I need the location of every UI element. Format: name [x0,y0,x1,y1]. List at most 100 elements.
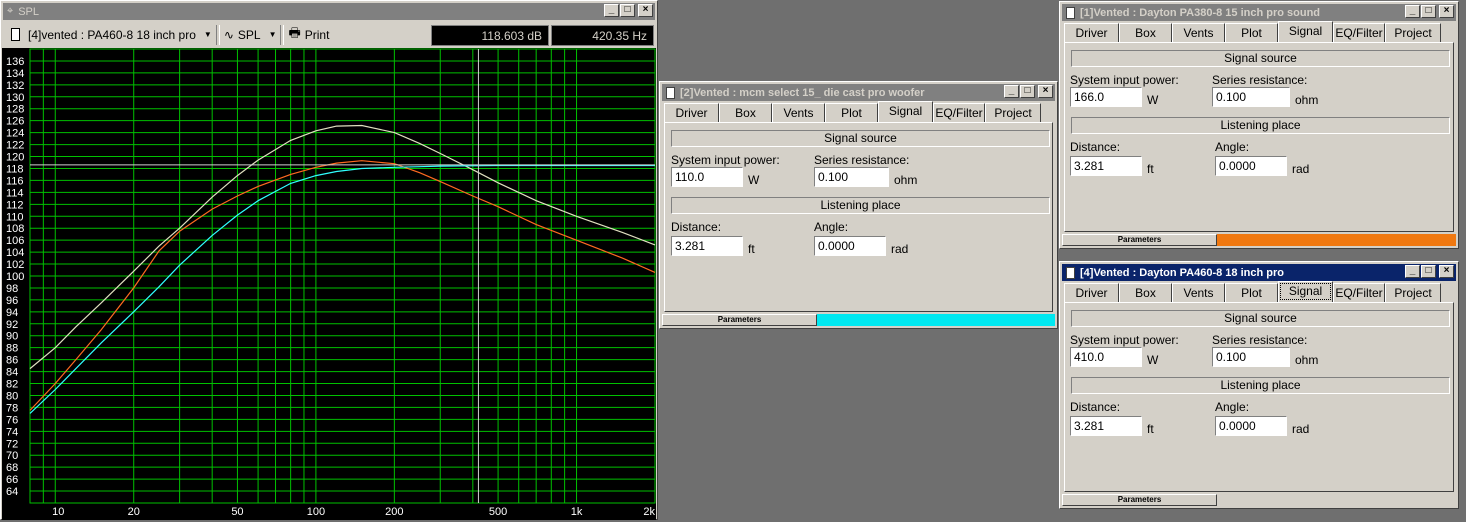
tab-vents[interactable]: Vents [772,103,825,122]
y-tick-label: 94 [6,307,18,319]
tab-plot[interactable]: Plot [825,103,878,122]
x-tick-label: 500 [489,506,507,518]
y-tick-label: 88 [6,343,18,355]
distance-input[interactable]: 3.281 [1070,156,1142,176]
y-tick-label: 128 [6,104,24,116]
document-icon [1066,6,1075,19]
close-button[interactable]: × [1439,5,1454,18]
y-tick-label: 96 [6,295,18,307]
angle-input[interactable]: 0.0000 [1215,416,1287,436]
maximize-button[interactable]: □ [1421,5,1436,18]
signal-source-header: Signal source [1071,310,1450,327]
window-4-title-bar[interactable]: [4]Vented : Dayton PA460-8 18 inch pro _… [1062,264,1456,281]
print-button[interactable]: 🖶 Print [288,24,329,46]
power-input[interactable]: 166.0 [1070,87,1142,107]
close-button[interactable]: × [1038,85,1053,98]
tab-box[interactable]: Box [1119,23,1172,42]
window-1-title-bar[interactable]: [1]Vented : Dayton PA380-8 15 inch pro s… [1062,4,1456,21]
tab-driver[interactable]: Driver [1064,23,1119,42]
power-input[interactable]: 110.0 [671,167,743,187]
signal-pane: Signal source System input power: 110.0 … [664,122,1053,312]
window-2-title-bar[interactable]: [2]Vented : mcm select 15_ die cast pro … [662,84,1055,101]
y-tick-label: 136 [6,56,24,68]
tab-project[interactable]: Project [1385,283,1441,302]
y-tick-label: 80 [6,390,18,402]
power-label: System input power: [671,153,780,167]
resistance-input[interactable]: 0.100 [814,167,889,187]
power-input[interactable]: 410.0 [1070,347,1142,367]
tab-eq-filter[interactable]: EQ/Filter [933,103,985,122]
maximize-button[interactable]: □ [620,4,635,17]
maximize-button[interactable]: □ [1020,85,1035,98]
x-tick-label: 50 [231,506,243,518]
series-color-swatch [817,314,1055,326]
tab-eq-filter[interactable]: EQ/Filter [1333,283,1385,302]
window-4-status-bar: Parameters [1062,494,1456,506]
tab-plot[interactable]: Plot [1225,23,1278,42]
y-tick-label: 92 [6,319,18,331]
y-tick-label: 106 [6,235,24,247]
crosshair-icon: ⌖ [7,5,14,17]
toolbar-separator [280,24,285,45]
plot-select-value: SPL [237,27,261,42]
dropdown-arrow-icon: ▼ [268,30,277,39]
y-tick-label: 86 [6,355,18,367]
tab-vents[interactable]: Vents [1172,283,1225,302]
parameters-panel: Parameters [1062,494,1217,506]
power-unit: W [748,173,760,187]
distance-input[interactable]: 3.281 [1070,416,1142,436]
spl-chart[interactable]: 6466687072747678808284868890929496981001… [2,48,656,520]
maximize-button[interactable]: □ [1421,265,1436,278]
angle-input[interactable]: 0.0000 [814,236,886,256]
window-1-tabs: Driver Box Vents Plot Signal EQ/Filter P… [1064,21,1441,44]
x-tick-label: 2k [643,506,655,518]
driver-window-4: [4]Vented : Dayton PA460-8 18 inch pro _… [1059,261,1459,509]
tab-project[interactable]: Project [985,103,1041,122]
distance-label: Distance: [1070,400,1121,414]
resistance-label: Series resistance: [814,153,910,167]
window-2-status-bar: Parameters [662,314,1055,326]
x-tick-label: 20 [128,506,140,518]
driver-select[interactable]: [4]vented : PA460-8 18 inch pro ▼ [11,28,212,42]
tab-signal[interactable]: Signal [1278,21,1333,42]
document-icon [1066,266,1075,279]
tab-signal[interactable]: Signal [878,101,933,122]
spl-title-bar[interactable]: ⌖ SPL _ □ × [3,3,655,20]
power-unit: W [1147,353,1159,367]
angle-input[interactable]: 0.0000 [1215,156,1287,176]
y-tick-label: 82 [6,379,18,391]
db-readout: 118.603 dB [431,25,549,46]
tab-driver[interactable]: Driver [664,103,719,122]
distance-label: Distance: [671,220,722,234]
minimize-button[interactable]: _ [1405,5,1420,18]
tab-signal[interactable]: Signal [1278,281,1333,302]
close-button[interactable]: × [638,4,653,17]
driver-select-value: [4]vented : PA460-8 18 inch pro [28,27,196,42]
distance-unit: ft [748,242,755,256]
y-tick-label: 98 [6,283,18,295]
y-tick-label: 68 [6,462,18,474]
y-tick-label: 90 [6,331,18,343]
y-tick-label: 134 [6,68,24,80]
y-tick-label: 104 [6,247,24,259]
close-button[interactable]: × [1439,265,1454,278]
minimize-button[interactable]: _ [604,4,619,17]
driver-icon [11,28,20,41]
resistance-input[interactable]: 0.100 [1212,87,1290,107]
tab-box[interactable]: Box [719,103,772,122]
plot-select[interactable]: ∿ SPL ▼ [224,28,277,42]
tab-project[interactable]: Project [1385,23,1441,42]
tab-eq-filter[interactable]: EQ/Filter [1333,23,1385,42]
y-tick-label: 110 [6,211,24,223]
tab-plot[interactable]: Plot [1225,283,1278,302]
window-1-status-bar: Parameters [1062,234,1456,246]
distance-input[interactable]: 3.281 [671,236,743,256]
tab-vents[interactable]: Vents [1172,23,1225,42]
tab-box[interactable]: Box [1119,283,1172,302]
resistance-input[interactable]: 0.100 [1212,347,1290,367]
listening-place-header: Listening place [1071,377,1450,394]
power-label: System input power: [1070,73,1179,87]
minimize-button[interactable]: _ [1004,85,1019,98]
minimize-button[interactable]: _ [1405,265,1420,278]
tab-driver[interactable]: Driver [1064,283,1119,302]
